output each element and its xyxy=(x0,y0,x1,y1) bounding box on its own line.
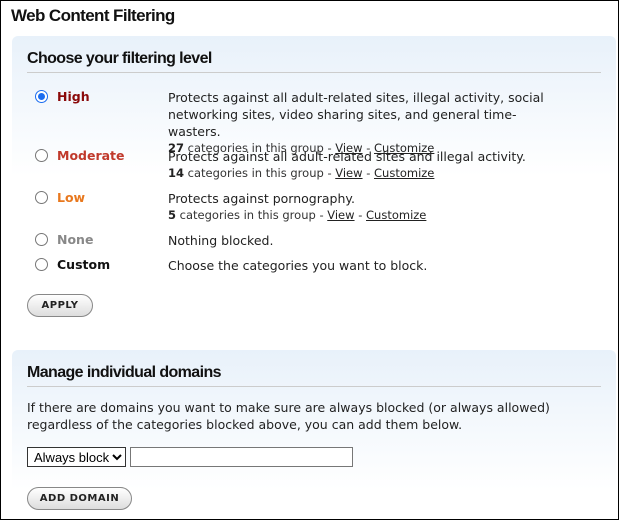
level-desc-moderate: Protects against all adult-related sites… xyxy=(168,149,526,164)
radio-custom[interactable] xyxy=(35,258,48,271)
radio-none[interactable] xyxy=(35,233,48,246)
separator: - xyxy=(358,208,363,222)
filtering-level-panel: Choose your filtering level High Protect… xyxy=(12,36,616,331)
domains-heading: Manage individual domains xyxy=(27,364,222,381)
level-label-custom[interactable]: Custom xyxy=(57,257,110,272)
count-text: categories in this group - xyxy=(179,208,324,222)
domain-input[interactable] xyxy=(130,447,353,467)
level-desc-low: Protects against pornography. xyxy=(168,191,355,206)
category-count: 14 xyxy=(168,166,185,180)
radio-low[interactable] xyxy=(35,191,48,204)
manage-domains-panel: Manage individual domains If there are d… xyxy=(12,350,616,518)
level-label-high[interactable]: High xyxy=(57,89,90,104)
add-domain-button[interactable]: ADD DOMAIN xyxy=(27,487,132,510)
filtering-heading: Choose your filtering level xyxy=(27,50,212,67)
domains-description: If there are domains you want to make su… xyxy=(27,400,550,432)
level-label-low[interactable]: Low xyxy=(57,190,85,205)
category-count: 5 xyxy=(168,208,177,222)
view-link-low[interactable]: View xyxy=(327,208,354,222)
apply-button[interactable]: APPLY xyxy=(27,294,93,317)
level-desc-high: Protects against all adult-related sites… xyxy=(168,90,544,139)
count-text: categories in this group - xyxy=(187,166,332,180)
radio-moderate[interactable] xyxy=(35,149,48,162)
separator: - xyxy=(366,166,371,180)
customize-link-low[interactable]: Customize xyxy=(366,208,426,222)
level-label-none[interactable]: None xyxy=(57,232,93,247)
level-label-moderate[interactable]: Moderate xyxy=(57,148,125,163)
customize-link-moderate[interactable]: Customize xyxy=(374,166,434,180)
divider xyxy=(27,386,601,387)
divider xyxy=(27,72,601,73)
level-desc-none: Nothing blocked. xyxy=(168,233,274,248)
block-allow-select[interactable]: Always block xyxy=(27,447,126,467)
page-title: Web Content Filtering xyxy=(11,6,175,25)
radio-high[interactable] xyxy=(35,90,48,103)
level-desc-custom: Choose the categories you want to block. xyxy=(168,258,428,273)
view-link-moderate[interactable]: View xyxy=(335,166,362,180)
